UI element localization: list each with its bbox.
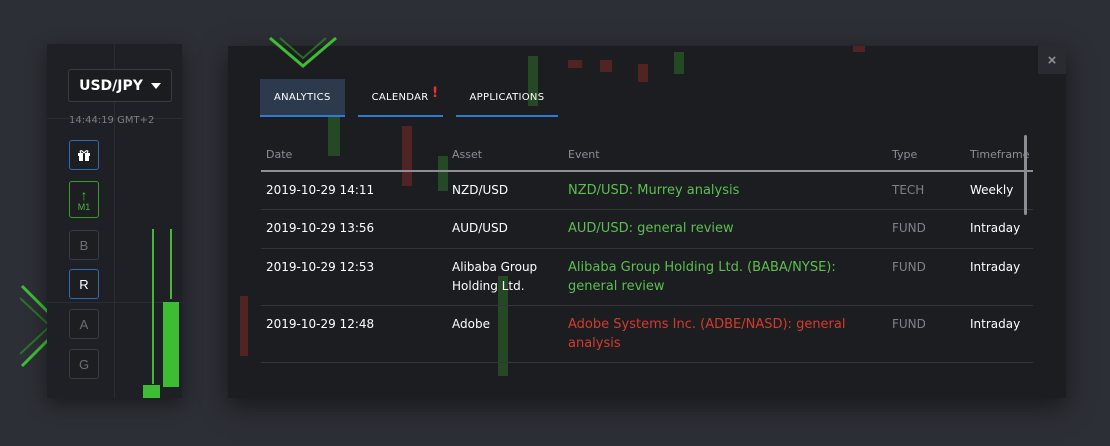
tab-calendar[interactable]: CALENDAR ! xyxy=(357,79,443,117)
row-date: 2019-10-29 12:53 xyxy=(266,260,375,274)
analytics-table: Date Asset Event Type Timeframe 2019-10-… xyxy=(261,139,1033,363)
row-date: 2019-10-29 14:11 xyxy=(266,183,375,197)
timeframe-label: M1 xyxy=(77,201,91,212)
candle-wick xyxy=(170,229,172,299)
tool-r-button[interactable]: R xyxy=(69,269,99,299)
table-row[interactable]: 2019-10-29 12:53 Alibaba Group Holding L… xyxy=(261,249,1033,306)
column-header-event: Event xyxy=(568,148,600,161)
close-button[interactable]: × xyxy=(1038,46,1066,74)
tool-b-button[interactable]: B xyxy=(69,230,99,260)
tool-a-button[interactable]: A xyxy=(69,309,99,339)
table-row[interactable]: 2019-10-29 13:56 AUD/USD AUD/USD: genera… xyxy=(261,210,1033,249)
table-row[interactable]: 2019-10-29 14:11 NZD/USD NZD/USD: Murrey… xyxy=(261,172,1033,210)
table-scrollbar[interactable] xyxy=(1024,135,1027,215)
arrow-up-icon: ↑ xyxy=(80,186,88,203)
tool-g-button[interactable]: G xyxy=(69,349,99,379)
row-type: FUND xyxy=(892,317,926,331)
row-type: FUND xyxy=(892,260,926,274)
candle-wick xyxy=(152,229,154,384)
column-header-date: Date xyxy=(266,148,293,161)
server-time: 14:44:19 GMT+2 xyxy=(69,115,155,126)
candle-body xyxy=(163,302,179,387)
tab-analytics[interactable]: ANALYTICS xyxy=(260,79,345,117)
tool-r-label: R xyxy=(79,276,89,292)
asset-selector-label: USD/JPY xyxy=(79,77,143,94)
column-header-asset: Asset xyxy=(452,148,483,161)
row-asset: Adobe xyxy=(452,317,490,331)
row-asset: AUD/USD xyxy=(452,221,508,235)
row-asset: NZD/USD xyxy=(452,183,509,197)
asset-selector[interactable]: USD/JPY xyxy=(68,69,172,102)
row-event-link[interactable]: AUD/USD: general review xyxy=(568,219,878,238)
caret-down-icon xyxy=(150,82,161,89)
row-event-link[interactable]: NZD/USD: Murrey analysis xyxy=(568,181,878,200)
row-date: 2019-10-29 12:48 xyxy=(266,317,375,331)
close-icon: × xyxy=(1047,51,1057,69)
row-date: 2019-10-29 13:56 xyxy=(266,221,375,235)
table-row[interactable]: 2019-10-29 12:48 Adobe Adobe Systems Inc… xyxy=(261,306,1033,363)
trading-sidebar: USD/JPY 14:44:19 GMT+2 ↑ M1 B R A G xyxy=(47,44,182,398)
row-event-link[interactable]: Adobe Systems Inc. (ADBE/NASD): general … xyxy=(568,315,878,353)
tool-a-label: A xyxy=(79,316,89,332)
row-timeframe: Weekly xyxy=(970,183,1014,197)
row-timeframe: Intraday xyxy=(970,317,1021,331)
tab-applications-label: APPLICATIONS xyxy=(469,91,545,103)
table-header: Date Asset Event Type Timeframe xyxy=(261,139,1033,172)
tab-applications[interactable]: APPLICATIONS xyxy=(455,79,559,117)
timeframe-button[interactable]: ↑ M1 xyxy=(69,181,99,218)
row-type: FUND xyxy=(892,221,926,235)
chevron-down-icon xyxy=(269,36,337,68)
column-header-type: Type xyxy=(892,148,918,161)
row-timeframe: Intraday xyxy=(970,260,1021,274)
tool-g-label: G xyxy=(78,356,90,372)
row-asset: Alibaba Group Holding Ltd. xyxy=(452,260,538,293)
candle-body xyxy=(143,385,160,398)
tool-b-label: B xyxy=(79,237,89,253)
tab-bar: ANALYTICS CALENDAR ! APPLICATIONS xyxy=(260,79,559,117)
tab-calendar-label: CALENDAR xyxy=(371,91,429,103)
row-timeframe: Intraday xyxy=(970,221,1021,235)
gift-button[interactable] xyxy=(69,140,99,170)
row-type: TECH xyxy=(892,183,925,197)
row-event-link[interactable]: Alibaba Group Holding Ltd. (BABA/NYSE): … xyxy=(568,258,878,296)
alert-icon: ! xyxy=(431,85,439,101)
column-header-timeframe: Timeframe xyxy=(970,148,1030,161)
analytics-modal: × ANALYTICS CALENDAR ! APPLICATIONS Date… xyxy=(228,46,1066,398)
gift-icon xyxy=(78,150,90,161)
tab-analytics-label: ANALYTICS xyxy=(274,91,331,103)
